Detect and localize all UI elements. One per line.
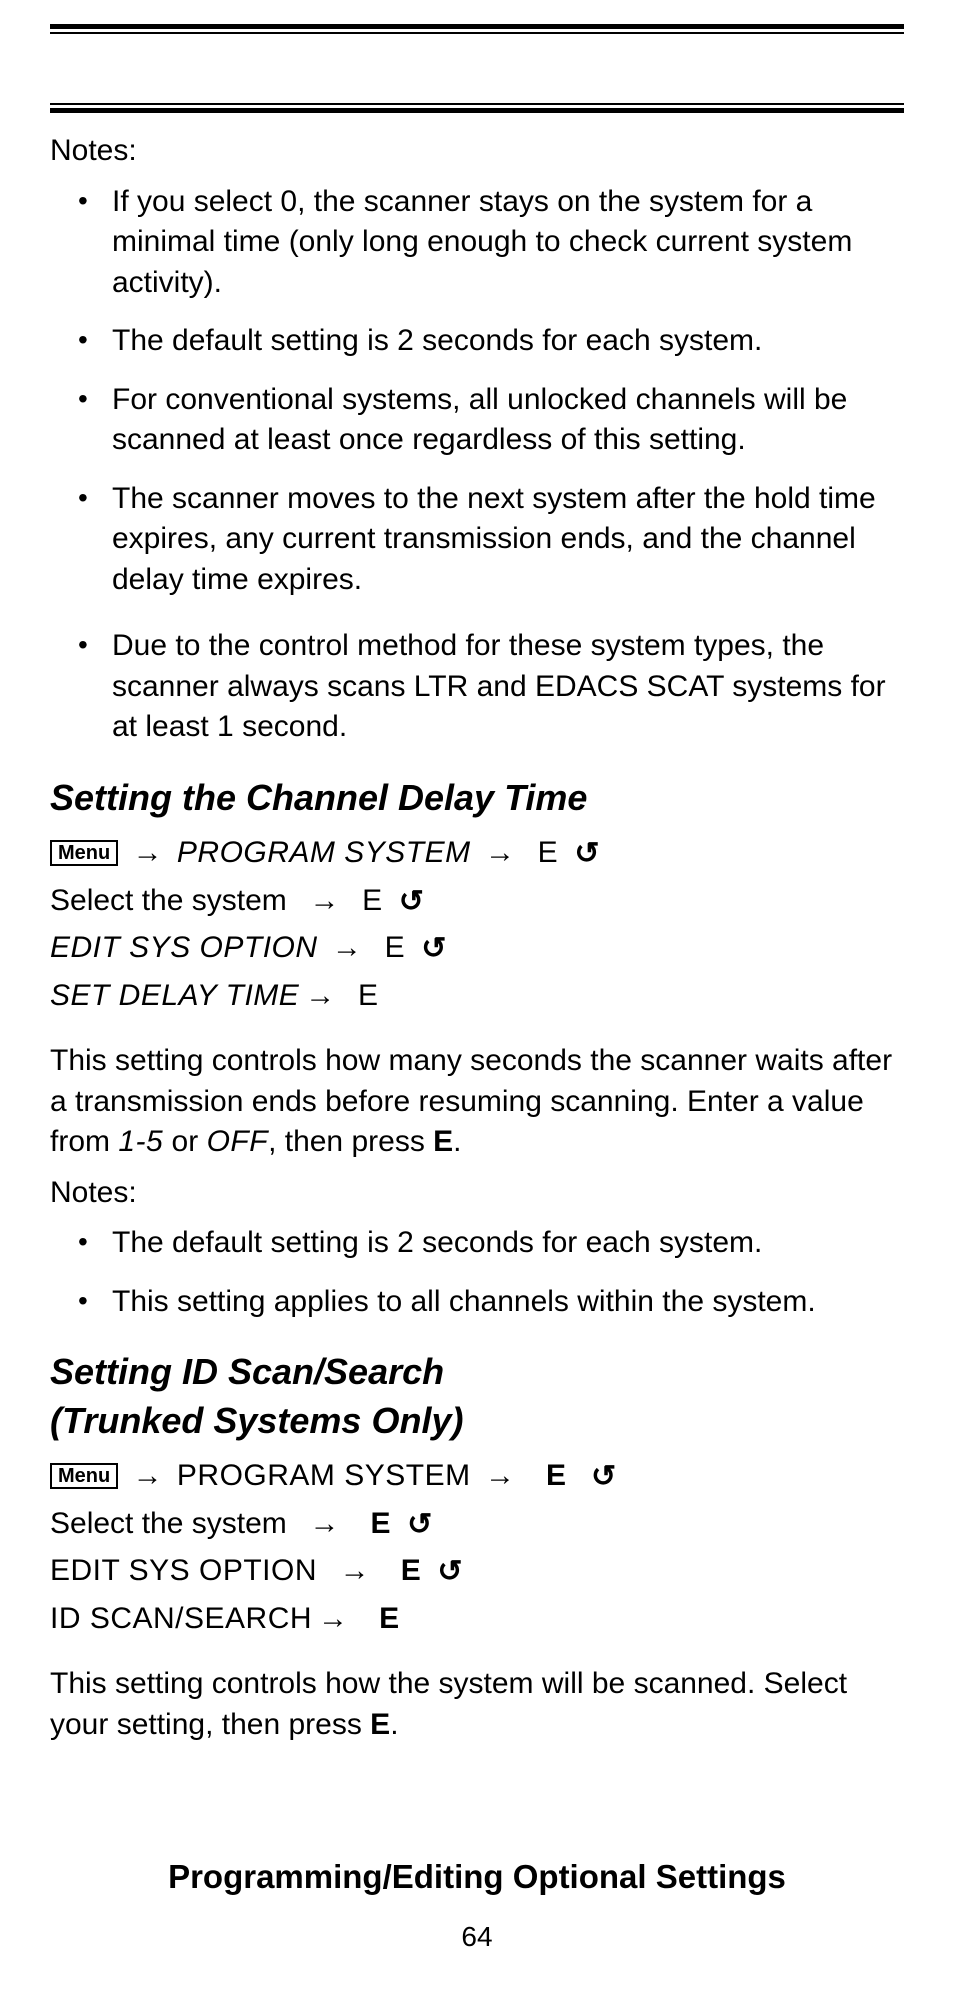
notes-list-2: The default setting is 2 seconds for eac… [50,1223,904,1322]
notes-label-1: Notes: [50,131,904,172]
delay-description: This setting controls how many seconds t… [50,1041,904,1163]
menu-button[interactable]: Menu [50,840,118,866]
top-rule [26,24,928,34]
rotate-icon: ↺ [399,879,424,926]
rotate-icon: ↺ [421,926,446,973]
menu-step-program-system: PROGRAM SYSTEM [177,836,471,869]
select-system-text: Select the system [50,1507,287,1540]
key-e: E [401,1554,421,1587]
value-off: OFF [207,1125,269,1158]
menu-step-edit-sys-option: EDIT SYS OPTION [50,931,318,964]
menu-step-edit-sys-option: EDIT SYS OPTION [50,1554,317,1587]
arrow-icon: → [479,1453,521,1500]
notes-list-1: If you select 0, the scanner stays on th… [50,182,904,601]
rotate-icon: ↺ [574,831,599,878]
menu-step-id-scan-search: ID SCAN/SEARCH [50,1602,312,1635]
arrow-icon: → [299,973,341,1020]
key-e: E [546,1459,566,1492]
select-system-text: Select the system [50,884,287,917]
list-item: If you select 0, the scanner stays on th… [88,182,904,304]
arrow-icon: → [479,830,521,877]
page-number: 64 [50,1918,904,1956]
arrow-icon: → [312,1596,354,1643]
list-item: This setting applies to all channels wit… [88,1282,904,1323]
arrow-icon: → [303,878,345,925]
rotate-icon: ↺ [591,1454,616,1501]
notes-list-1b: Due to the control method for these syst… [50,626,904,748]
key-e: E [358,979,378,1012]
rotate-icon: ↺ [407,1502,432,1549]
footer-title: Programming/Editing Optional Settings [50,1855,904,1900]
idscan-description: This setting controls how the system wil… [50,1664,904,1745]
menu-button[interactable]: Menu [50,1463,118,1489]
key-e: E [370,1708,390,1741]
list-item: The default setting is 2 seconds for eac… [88,1223,904,1264]
key-e: E [433,1125,453,1158]
key-e: E [379,1602,399,1635]
nav-sequence-idscan: Menu → PROGRAM SYSTEM → E ↺ Select the s… [50,1453,904,1642]
arrow-icon: → [326,925,368,972]
arrow-icon: → [303,1501,345,1548]
section-title-delay: Setting the Channel Delay Time [50,774,904,823]
list-item: The scanner moves to the next system aft… [88,479,904,601]
value-range: 1-5 [118,1125,163,1158]
arrow-icon: → [127,830,169,877]
key-e: E [385,931,405,964]
list-item: Due to the control method for these syst… [88,626,904,748]
section-title-idscan: Setting ID Scan/Search (Trunked Systems … [50,1348,904,1445]
list-item: The default setting is 2 seconds for eac… [88,321,904,362]
top-rule-2 [26,103,928,113]
content: Notes: If you select 0, the scanner stay… [26,117,928,1956]
notes-label-2: Notes: [50,1173,904,1214]
list-item: For conventional systems, all unlocked c… [88,380,904,461]
arrow-icon: → [334,1548,376,1595]
key-e: E [538,836,558,869]
nav-sequence-delay: Menu → PROGRAM SYSTEM → E ↺ Select the s… [50,830,904,1019]
arrow-icon: → [127,1453,169,1500]
key-e: E [370,1507,390,1540]
menu-step-set-delay-time: SET DELAY TIME [50,979,299,1012]
rotate-icon: ↺ [437,1549,462,1596]
menu-step-program-system: PROGRAM SYSTEM [177,1459,471,1492]
page: Notes: If you select 0, the scanner stay… [0,0,954,1996]
key-e: E [362,884,382,917]
